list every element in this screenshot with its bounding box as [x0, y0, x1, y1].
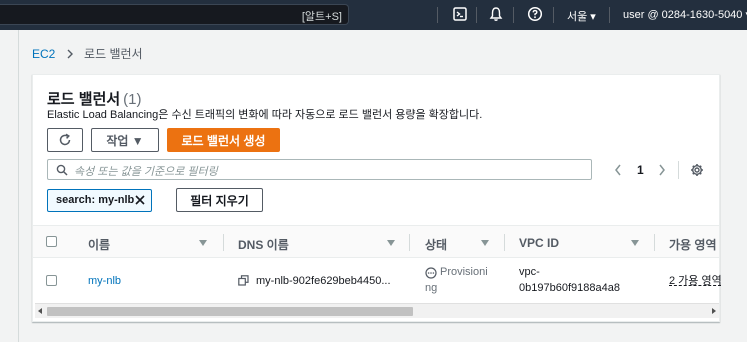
help-icon[interactable]	[527, 6, 543, 22]
current-page[interactable]: 1	[637, 163, 644, 177]
clear-filters-button[interactable]: 필터 지우기	[176, 188, 263, 212]
scroll-left-arrow[interactable]	[38, 308, 42, 314]
column-header-vpc-id[interactable]: VPC ID	[519, 236, 559, 250]
column-divider[interactable]	[223, 234, 224, 251]
column-divider[interactable]	[409, 234, 410, 251]
filter-token: search: my-nlb	[47, 189, 152, 212]
top-navigation: [알트+S] 서울 ▾ user @ 0284-1630-5040 ▾	[0, 0, 747, 30]
row-checkbox[interactable]	[46, 275, 57, 286]
cloudshell-icon[interactable]	[452, 6, 468, 22]
side-navigation-divider	[18, 30, 19, 342]
sort-icon[interactable]	[199, 240, 207, 246]
copy-icon[interactable]	[238, 275, 249, 286]
scrollbar-thumb[interactable]	[47, 307, 413, 316]
region-selector[interactable]: 서울 ▾	[567, 8, 596, 24]
select-all-checkbox[interactable]	[46, 236, 57, 247]
breadcrumb-current: 로드 밸런서	[84, 47, 143, 61]
nav-divider	[476, 7, 477, 23]
column-header-az[interactable]: 가용 영역	[669, 236, 717, 253]
actions-button[interactable]: 작업 ▼	[91, 128, 159, 152]
refresh-icon	[59, 133, 71, 146]
previous-page-icon[interactable]	[613, 163, 623, 177]
next-page-icon[interactable]	[657, 163, 667, 177]
nav-divider	[553, 7, 554, 23]
pending-status-icon	[425, 267, 437, 279]
availability-zones[interactable]: 2 가용 영역	[669, 273, 722, 289]
sort-icon[interactable]	[631, 240, 639, 246]
nav-divider	[609, 7, 610, 23]
column-header-state[interactable]: 상태	[425, 236, 447, 253]
scroll-right-arrow[interactable]	[712, 308, 716, 314]
table-header: 이름 DNS 이름 상태 VPC ID 가용 영역	[33, 225, 719, 258]
nav-divider	[513, 7, 514, 23]
settings-gear-icon[interactable]	[690, 163, 704, 177]
status-text-line1: Provisioni	[440, 266, 488, 278]
sort-icon[interactable]	[481, 240, 489, 246]
column-header-name[interactable]: 이름	[88, 236, 110, 253]
filter-input[interactable]: 속성 또는 값을 기준으로 필터링	[47, 159, 592, 180]
panel-description: Elastic Load Balancing은 수신 트래픽의 변화에 따라 자…	[47, 109, 483, 121]
breadcrumb: EC2 로드 밸런서	[32, 45, 143, 62]
global-search[interactable]: [알트+S]	[0, 4, 349, 25]
filter-token-label: search: my-nlb	[56, 194, 135, 206]
search-icon	[56, 164, 68, 176]
sort-icon[interactable]	[387, 240, 395, 246]
column-divider[interactable]	[654, 234, 655, 251]
pager-divider	[678, 161, 679, 179]
nav-divider	[437, 7, 438, 23]
column-divider[interactable]	[504, 234, 505, 251]
load-balancer-name-link[interactable]: my-nlb	[88, 273, 121, 289]
status-text-line2: ng	[425, 282, 438, 294]
bell-icon[interactable]	[488, 6, 504, 22]
load-balancers-panel: 로드 밸런서 (1) Elastic Load Balancing은 수신 트래픽…	[32, 74, 722, 322]
breadcrumb-ec2-link[interactable]: EC2	[32, 47, 55, 61]
table-row[interactable]: my-nlb my-nlb-902fe629beb4450... Provisi…	[33, 259, 722, 302]
close-icon[interactable]	[133, 193, 147, 207]
vpc-id-line2: 0b197b60f9188a4a8	[519, 282, 620, 294]
create-load-balancer-button[interactable]: 로드 밸런서 생성	[167, 128, 280, 152]
dns-name: my-nlb-902fe629beb4450...	[256, 275, 391, 287]
search-shortcut-hint: [알트+S]	[301, 11, 342, 23]
chevron-right-icon	[67, 49, 73, 59]
account-menu[interactable]: user @ 0284-1630-5040 ▾	[623, 8, 747, 21]
filter-placeholder: 속성 또는 값을 기준으로 필터링	[74, 166, 218, 178]
vpc-id-line1: vpc-	[519, 266, 540, 278]
refresh-button[interactable]	[47, 128, 83, 152]
column-header-dns[interactable]: DNS 이름	[238, 236, 289, 253]
horizontal-scrollbar[interactable]	[35, 303, 719, 318]
